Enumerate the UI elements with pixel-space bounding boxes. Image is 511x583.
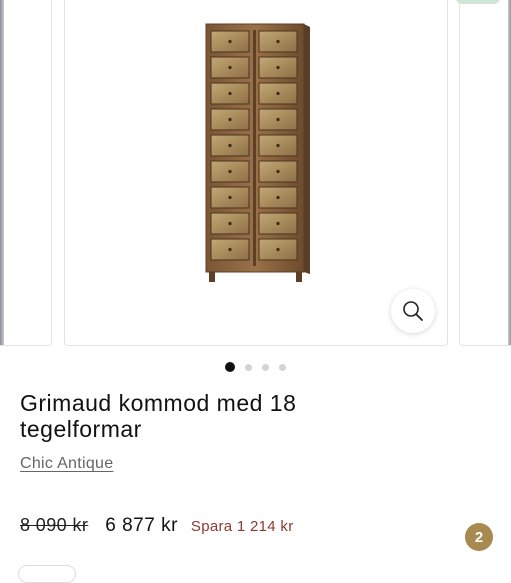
sale-price: 6 877 kr <box>105 515 178 536</box>
product-gallery[interactable] <box>0 0 511 346</box>
saving-label: Spara 1 214 kr <box>190 518 294 535</box>
magnifier-icon <box>403 301 423 321</box>
zoom-button[interactable] <box>391 289 435 333</box>
pagination-dot-3[interactable] <box>262 363 269 371</box>
price-row: 8 090 kr 6 877 kr Spara 1 214 kr <box>20 515 294 537</box>
cart-count-badge[interactable]: 2 <box>465 523 493 551</box>
compare-at-price: 8 090 kr <box>20 515 89 535</box>
next-slide-peek[interactable] <box>459 0 511 346</box>
previous-slide-peek[interactable] <box>0 0 52 346</box>
pagination-dot-2[interactable] <box>245 363 252 371</box>
gallery-pagination <box>0 361 511 373</box>
product-title: Grimaud kommod med 18 tegelformar <box>20 390 297 442</box>
partial-bottom-control[interactable] <box>18 565 76 583</box>
pagination-dot-4[interactable] <box>279 363 286 371</box>
pagination-dot-1[interactable] <box>225 362 235 372</box>
next-slide-badge <box>456 0 500 4</box>
product-image <box>205 23 310 282</box>
vendor-link[interactable]: Chic Antique <box>20 455 113 473</box>
